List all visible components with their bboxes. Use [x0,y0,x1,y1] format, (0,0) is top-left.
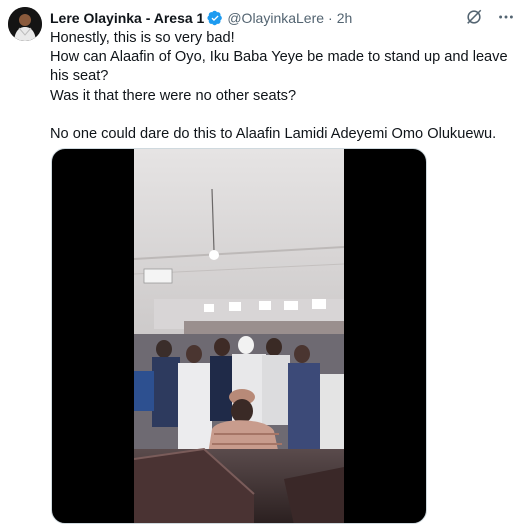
video-still [134,149,344,523]
tweet-line: How can Alaafin of Oyo, Iku Baba Yeye be… [50,49,508,85]
tweet-line: No one could dare do this to Alaafin Lam… [50,125,497,142]
tweet-video[interactable] [51,148,427,524]
grok-icon[interactable] [465,8,483,26]
verified-badge-icon [207,10,223,26]
avatar[interactable] [8,7,42,41]
video-frame [134,149,344,523]
author-handle[interactable]: @OlayinkaLere [227,10,324,26]
avatar-image [8,7,42,41]
tweet-text: Honestly, this is so very bad! How can A… [50,29,513,144]
tweet-line: Was it that there were no other seats? [50,87,297,104]
tweet-line: Honestly, this is so very bad! [50,30,235,46]
separator-dot: · [328,10,333,26]
author-name[interactable]: Lere Olayinka - Aresa 1 [50,10,204,26]
more-options-icon[interactable] [497,8,515,26]
timestamp[interactable]: 2h [337,10,353,26]
tweet-header: Lere Olayinka - Aresa 1 @OlayinkaLere · … [50,8,515,28]
tweet-card[interactable]: Lere Olayinka - Aresa 1 @OlayinkaLere · … [0,0,525,526]
